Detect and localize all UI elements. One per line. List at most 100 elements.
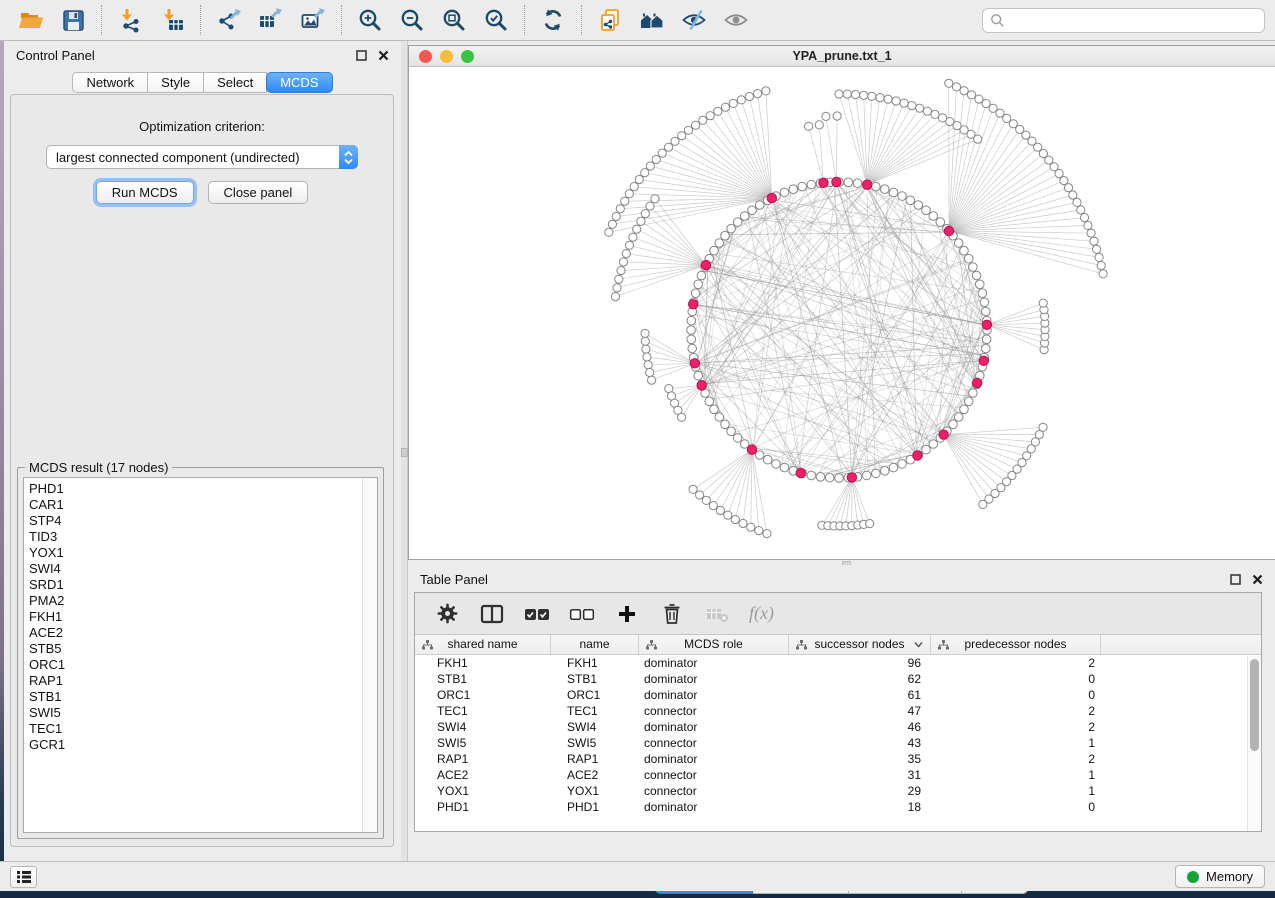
close-icon[interactable] [378, 50, 389, 61]
cell: 0 [931, 671, 1101, 687]
float-icon[interactable] [1230, 574, 1241, 585]
network-canvas[interactable] [409, 68, 1275, 559]
list-item[interactable]: FKH1 [29, 609, 362, 625]
cell: 61 [789, 687, 931, 703]
vertical-splitter[interactable] [401, 41, 408, 861]
refresh-button[interactable] [532, 3, 574, 37]
list-item[interactable]: ACE2 [29, 625, 362, 641]
list-item[interactable]: TEC1 [29, 721, 362, 737]
column-header-successor-nodes[interactable]: successor nodes [789, 635, 931, 655]
list-item[interactable]: PHD1 [29, 481, 362, 497]
import-network-button[interactable] [109, 3, 151, 37]
add-column-button[interactable] [614, 601, 640, 627]
list-item[interactable]: CAR1 [29, 497, 362, 513]
network-window-titlebar[interactable]: YPA_prune.txt_1 [409, 46, 1275, 67]
copy-network-button[interactable] [589, 3, 631, 37]
scrollbar-thumb[interactable] [1250, 659, 1259, 751]
export-network-button[interactable] [208, 3, 250, 37]
list-item[interactable]: STB1 [29, 689, 362, 705]
zoom-selected-button[interactable] [475, 3, 517, 37]
list-item[interactable]: RAP1 [29, 673, 362, 689]
column-header-MCDS-role[interactable]: MCDS role [639, 635, 789, 655]
tab-select[interactable]: Select [204, 72, 267, 93]
cell: TEC1 [415, 703, 551, 719]
table-row[interactable]: PHD1PHD1dominator180 [415, 799, 1261, 815]
show-columns-button[interactable] [479, 601, 505, 627]
column-header-name[interactable]: name [551, 635, 639, 655]
list-scrollbar[interactable] [362, 478, 377, 832]
open-file-button[interactable] [10, 3, 52, 37]
search-input[interactable] [1011, 13, 1257, 28]
memory-label: Memory [1206, 869, 1253, 884]
cell: FKH1 [415, 655, 551, 671]
list-item[interactable]: STP4 [29, 513, 362, 529]
mcds-result-list[interactable]: PHD1CAR1STP4TID3YOX1SWI4SRD1PMA2FKH1ACE2… [24, 478, 362, 832]
deselect-all-button[interactable] [569, 601, 595, 627]
list-item[interactable]: YOX1 [29, 545, 362, 561]
list-item[interactable]: SRD1 [29, 577, 362, 593]
list-item[interactable]: TID3 [29, 529, 362, 545]
column-header-predecessor-nodes[interactable]: predecessor nodes [931, 635, 1101, 655]
column-header-shared-name[interactable]: shared name [415, 635, 551, 655]
cell: dominator [639, 751, 789, 767]
zoom-fit-button[interactable] [433, 3, 475, 37]
table-row[interactable]: TEC1TEC1connector472 [415, 703, 1261, 719]
task-history-button[interactable] [10, 866, 37, 888]
float-icon[interactable] [356, 50, 367, 61]
run-mcds-button[interactable]: Run MCDS [96, 181, 194, 204]
function-button[interactable]: f(x) [749, 603, 774, 624]
table-row[interactable]: STB1STB1dominator620 [415, 671, 1261, 687]
network-graph[interactable] [409, 68, 1275, 559]
list-item[interactable]: ORC1 [29, 657, 362, 673]
table-panel: Table Panel [408, 565, 1275, 861]
tab-mcds[interactable]: MCDS [266, 72, 332, 93]
cell: connector [639, 783, 789, 799]
trash-icon [661, 602, 683, 625]
list-item[interactable]: GCR1 [29, 737, 362, 753]
close-panel-button[interactable]: Close panel [208, 181, 309, 204]
delete-table-icon [705, 603, 729, 625]
tab-style[interactable]: Style [148, 72, 204, 93]
tab-network[interactable]: Network [72, 72, 148, 93]
import-table-button[interactable] [151, 3, 193, 37]
cell: dominator [639, 799, 789, 815]
cell: STB1 [415, 671, 551, 687]
list-item[interactable]: PMA2 [29, 593, 362, 609]
cell: ORC1 [415, 687, 551, 703]
delete-table-button[interactable] [704, 601, 730, 627]
hide-details-button[interactable] [673, 3, 715, 37]
table-row[interactable]: ORC1ORC1dominator610 [415, 687, 1261, 703]
table-row[interactable]: YOX1YOX1connector291 [415, 783, 1261, 799]
splitter-grip[interactable] [401, 448, 408, 457]
table-row[interactable]: ACE2ACE2connector311 [415, 767, 1261, 783]
cell: connector [639, 767, 789, 783]
list-item[interactable]: STB5 [29, 641, 362, 657]
delete-button[interactable] [659, 601, 685, 627]
show-details-button[interactable] [715, 3, 757, 37]
table-row[interactable]: RAP1RAP1dominator352 [415, 751, 1261, 767]
export-image-button[interactable] [292, 3, 334, 37]
search-box[interactable] [982, 8, 1265, 33]
table-settings-button[interactable] [434, 601, 460, 627]
zoom-selected-icon [483, 7, 509, 33]
zoom-out-button[interactable] [391, 3, 433, 37]
cell: 31 [789, 767, 931, 783]
houses-button[interactable] [631, 3, 673, 37]
table-row[interactable]: FKH1FKH1dominator962 [415, 655, 1261, 671]
mcds-panel: Optimization criterion: largest connecte… [10, 94, 394, 847]
table-row[interactable]: SWI4SWI4dominator462 [415, 719, 1261, 735]
zoom-in-button[interactable] [349, 3, 391, 37]
list-item[interactable]: SWI5 [29, 705, 362, 721]
table-body: FKH1FKH1dominator962STB1STB1dominator620… [415, 655, 1261, 815]
save-icon [60, 7, 86, 33]
export-table-button[interactable] [250, 3, 292, 37]
table-row[interactable]: SWI5SWI5connector431 [415, 735, 1261, 751]
select-all-button[interactable] [524, 601, 550, 627]
memory-button[interactable]: Memory [1175, 865, 1265, 888]
list-item[interactable]: SWI4 [29, 561, 362, 577]
table-scrollbar[interactable] [1247, 656, 1261, 831]
save-session-button[interactable] [52, 3, 94, 37]
optimization-select[interactable]: largest connected component (undirected) [46, 145, 358, 169]
close-icon[interactable] [1252, 574, 1263, 585]
toolbar-separator [524, 5, 525, 35]
